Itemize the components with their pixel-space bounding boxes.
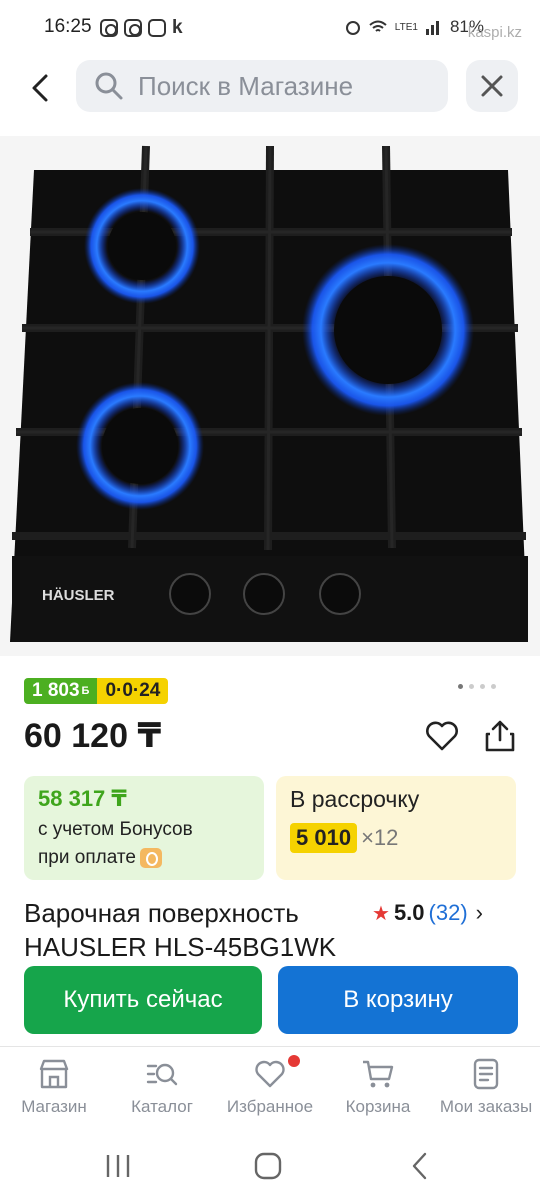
system-back-button[interactable] [400,1146,440,1186]
brand-logo: HÄUSLER [42,587,115,604]
nav-orders[interactable]: Мои заказы [432,1047,540,1132]
product-title: Варочная поверхность HAUSLER HLS-45BG1WK [24,898,337,960]
close-icon [481,75,503,97]
network-label: LTE1 [394,21,418,33]
product-image-carousel[interactable]: HÄUSLER [0,136,540,656]
installment-title: В рассрочку [290,786,420,812]
nav-catalog-label: Каталог [131,1097,193,1116]
installment-monthly: 5 010 [290,823,358,853]
rating-score: 5.0 [393,900,425,925]
back-button[interactable] [20,68,60,108]
add-to-cart-button[interactable]: В корзину [278,966,518,1034]
search-icon [95,72,123,100]
system-navigation-bar [0,1132,540,1200]
wifi-icon [369,20,387,32]
bottom-navigation: Магазин Каталог Избранное Корзина Мои за… [0,1046,540,1132]
pager-dot [469,684,474,689]
installment-months: ×12 [361,825,399,850]
recent-apps-icon [106,1155,130,1177]
nav-store[interactable]: Магазин [0,1047,108,1132]
pager-dot [480,684,485,689]
cart-icon [363,1060,394,1088]
image-pager [458,684,496,689]
app-letter-icon: k [172,17,183,38]
rating-count: (32) [428,900,468,925]
bonus-badge: 1 803 Б [24,678,98,704]
status-bar: 16:25 k LTE1 81% kaspi.kz [0,0,540,56]
rating-link[interactable]: ★ 5.0 (32) › [372,900,483,926]
bonus-price: 58 317 ₸ [38,786,127,811]
share-icon [485,720,515,752]
search-input[interactable] [138,70,428,102]
whatsapp-icon [100,19,118,37]
back-icon [412,1152,427,1180]
top-bar [0,60,540,114]
chevron-right-icon: › [475,900,483,925]
notification-icons: k [100,17,183,39]
orders-icon [473,1058,499,1090]
share-button[interactable] [482,718,518,754]
bonus-suffix: Б [81,685,90,697]
nav-favorites[interactable]: Избранное [216,1047,324,1132]
star-icon: ★ [372,902,390,925]
heart-icon [426,721,458,751]
nav-catalog[interactable]: Каталог [108,1047,216,1132]
nav-store-label: Магазин [21,1097,87,1116]
gallery-icon [148,19,166,37]
system-indicators: LTE1 81% [345,17,484,37]
favorite-button[interactable] [424,718,460,754]
kaspi-icon [139,847,162,868]
recent-apps-button[interactable] [98,1146,138,1186]
pager-dot [491,684,496,689]
product-title-row: Варочная поверхность HAUSLER HLS-45BG1WK… [24,896,524,960]
badges: 1 803 Б 0·0·24 [24,678,169,704]
installment-badge: 0·0·24 [97,678,169,704]
pager-dot [458,684,463,689]
chevron-left-icon [32,74,48,102]
alarm-icon [345,21,360,35]
product-price: 60 120 ₸ [24,717,162,755]
bonus-line-1: с учетом Бонусов [38,819,193,840]
status-time: 16:25 [44,16,92,37]
bonus-points: 1 803 [32,680,80,701]
heart-icon [255,1060,285,1088]
gas-hob-image: HÄUSLER [0,136,540,656]
installment-card[interactable]: В рассрочку 5 010 ×12 [276,776,516,880]
instagram-icon [124,19,142,37]
nav-cart[interactable]: Корзина [324,1047,432,1132]
notification-dot [288,1055,300,1067]
catalog-icon [146,1063,178,1086]
nav-favorites-label: Избранное [226,1097,314,1116]
signal-icon [425,21,439,35]
bonus-price-card[interactable]: 58 317 ₸ с учетом Бонусов при оплате [24,776,264,880]
nav-cart-label: Корзина [345,1097,411,1116]
nav-orders-label: Мои заказы [439,1097,533,1116]
buy-now-button[interactable]: Купить сейчас [24,966,262,1034]
home-icon [254,1152,282,1180]
home-button[interactable] [248,1146,288,1186]
bonus-line-2: при оплате [38,847,136,868]
watermark: kaspi.kz [467,24,522,41]
search-bar[interactable] [76,60,448,112]
store-icon [39,1059,69,1089]
close-button[interactable] [466,60,518,112]
